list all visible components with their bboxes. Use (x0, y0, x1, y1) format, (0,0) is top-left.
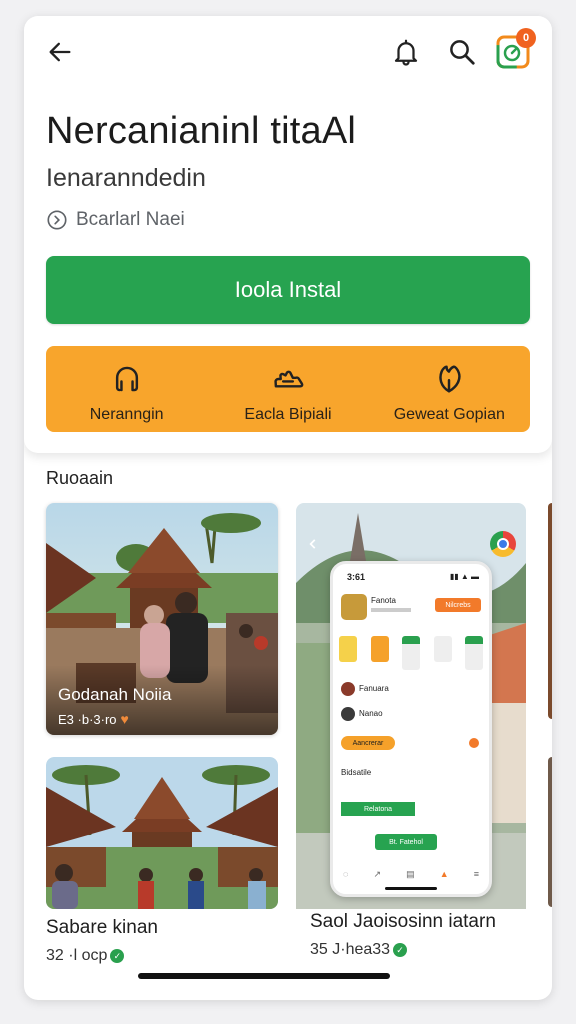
search-icon (450, 40, 475, 65)
temple-crowd-image (46, 757, 278, 909)
mock-home-indicator (385, 887, 437, 890)
card-1-meta: E3 ·b·3·ro (58, 711, 117, 727)
section-title: Ruoaain (46, 468, 114, 488)
app-title: Nercanianinl titaAl (46, 110, 357, 152)
screenshot-card-2[interactable]: 3:61 ▮▮ ▲ ▬ Fanota Nilcrebs Fanuara Nana… (296, 503, 526, 923)
mock-row1-line (371, 608, 411, 612)
install-button[interactable]: Ioola Instal (46, 256, 530, 324)
mock-list-item-2: Nanao (359, 709, 383, 718)
mock-green-bar: Relatona (341, 802, 415, 816)
next-card-peek-2[interactable] (548, 757, 552, 907)
chevron-circle-icon (47, 210, 67, 230)
home-indicator (138, 973, 390, 979)
card-1-meta-row: E3 ·b·3·ro ♥ (58, 711, 129, 727)
search-button[interactable] (442, 32, 482, 72)
notifications-button[interactable] (386, 32, 426, 72)
feature-label-3: Geweat Gopian (393, 406, 505, 423)
back-button[interactable] (40, 32, 80, 72)
mock-tab-bar: ◌ ↗ ▤ ▲ ≡ (343, 869, 479, 879)
app-meta-row[interactable]: Bcarlarl Naei (46, 209, 185, 231)
mock-icon-row (339, 636, 483, 670)
card-1-title: Godanah Noiia (58, 685, 172, 704)
phone-handset-icon (115, 366, 138, 392)
cloud-hand-icon (274, 370, 304, 388)
feature-item-1[interactable]: Neranngin (46, 346, 207, 432)
screenshot-card-3[interactable]: Sabare kinan 32 ·l ocp ✓ (46, 757, 278, 971)
browser-logo-icon (490, 531, 516, 557)
notification-badge: 0 (516, 28, 536, 48)
app-meta-text: Bcarlarl Naei (76, 209, 185, 230)
feature-label-2: Eacla Bipiali (244, 406, 332, 423)
mock-row1-button: Nilcrebs (435, 598, 481, 612)
mock-avatar-2 (341, 707, 355, 721)
bell-icon (394, 39, 418, 66)
feature-label-1: Neranngin (89, 406, 164, 423)
feature-bar: Neranngin Eacla Bipiali Geweat Gopian (46, 346, 530, 432)
feature-item-3[interactable]: Geweat Gopian (369, 346, 530, 432)
mock-app-icon (341, 594, 367, 620)
app-icon-button[interactable]: 0 (494, 28, 536, 70)
install-button-label: Ioola Instal (234, 277, 342, 302)
app-subtitle: Ienaranndedin (46, 164, 206, 192)
mock-row1-title: Fanota (371, 596, 396, 605)
card-3-meta: 32 ·l ocp (46, 947, 108, 964)
mock-list-item-1: Fanuara (359, 684, 389, 693)
arrow-left-icon (49, 42, 71, 62)
mock-pill: Aancrerar (341, 736, 395, 750)
app-details-page: 0 Nercanianinl titaAl Ienaranndedin Bcar… (24, 16, 552, 1000)
next-card-peek-1[interactable] (548, 503, 552, 719)
check-badge-icon: ✓ (110, 949, 125, 963)
card-3-meta-row: 32 ·l ocp ✓ (46, 947, 125, 965)
mock-footer-label: Bidsatile (341, 768, 372, 777)
card-3-caption: Sabare kinan 32 ·l ocp ✓ (46, 909, 278, 971)
chevron-left-icon (309, 539, 316, 549)
mock-avatar-1 (341, 682, 355, 696)
app-header-card: 0 Nercanianinl titaAl Ienaranndedin Bcar… (24, 16, 552, 453)
card-4-meta: 35 J·hea33 (310, 941, 391, 958)
mock-button: Bt. Fatehol (375, 834, 437, 850)
heart-icon: ♥ (120, 711, 129, 727)
phone-status-time: 3:61 (347, 572, 366, 582)
check-badge-icon: ✓ (393, 943, 408, 957)
badge-count: 0 (522, 32, 530, 44)
leaf-icon (439, 365, 461, 393)
card-4-title: Saol Jaoisosinn iatarn (310, 911, 496, 932)
screenshot-card-1[interactable]: Godanah Noiia E3 ·b·3·ro ♥ (46, 503, 278, 735)
mock-dot (469, 738, 479, 748)
card-4-meta-row: 35 J·hea33 ✓ (310, 941, 408, 959)
phone-status-icons: ▮▮ ▲ ▬ (449, 572, 479, 581)
feature-item-2[interactable]: Eacla Bipiali (207, 346, 368, 432)
card-4-caption[interactable]: Saol Jaoisosinn iatarn 35 J·hea33 ✓ (296, 909, 526, 971)
phone-mockup: 3:61 ▮▮ ▲ ▬ Fanota Nilcrebs Fanuara Nana… (330, 561, 492, 897)
card-3-title: Sabare kinan (46, 917, 158, 938)
